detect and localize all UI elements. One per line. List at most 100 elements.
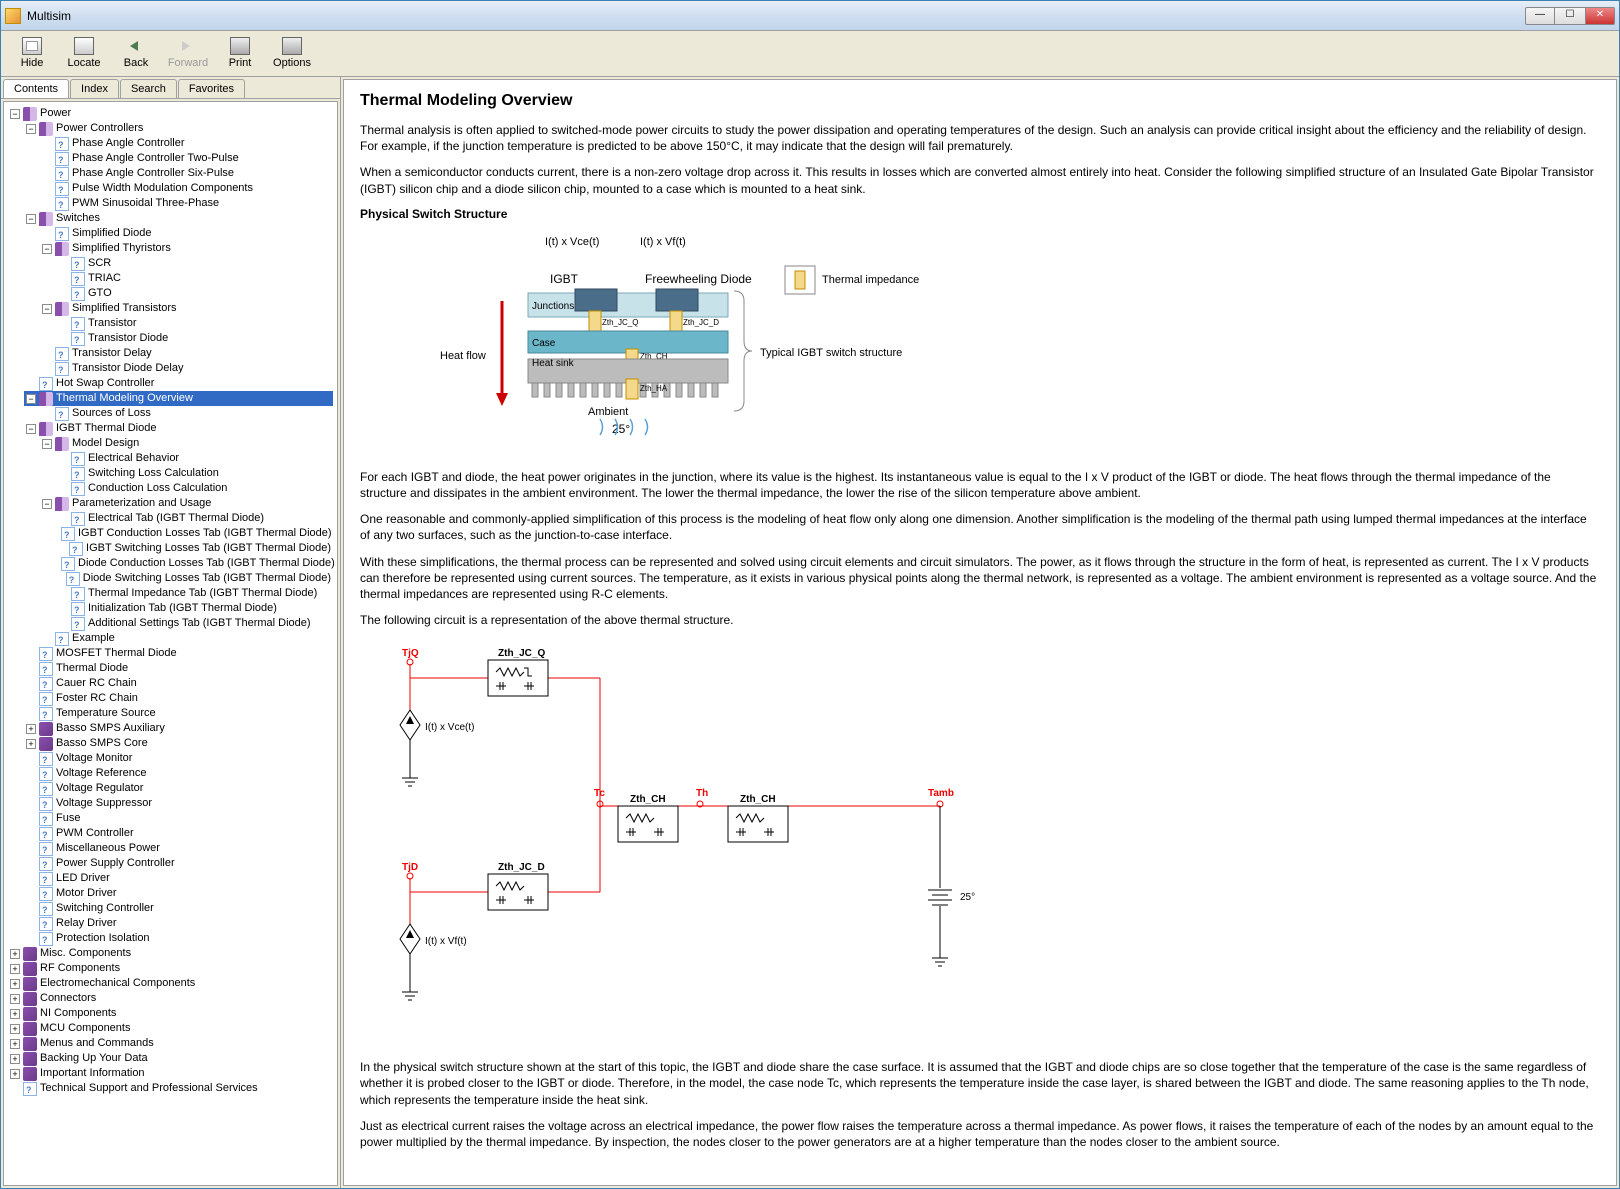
tree-item[interactable]: Transistor [56,316,333,331]
tree-item[interactable]: −Simplified Transistors [40,301,333,316]
tree-item[interactable]: Voltage Reference [24,766,333,781]
content-pane[interactable]: Thermal Modeling Overview Thermal analys… [343,79,1617,1186]
tree-item[interactable]: +MCU Components [8,1021,333,1036]
print-button[interactable]: Print [215,35,265,71]
tree-item[interactable]: TRIAC [56,271,333,286]
page-icon [55,152,69,166]
tree-item[interactable]: Transistor Delay [40,346,333,361]
tree-item[interactable]: Sources of Loss [40,406,333,421]
tree-item[interactable]: Fuse [24,811,333,826]
close-button[interactable]: ✕ [1585,7,1615,25]
tab-search[interactable]: Search [120,79,177,98]
tree-item[interactable]: −Switches [24,211,333,226]
page-icon [66,572,80,586]
tree-item[interactable]: LED Driver [24,871,333,886]
tree-item[interactable]: +Electromechanical Components [8,976,333,991]
tree-item[interactable]: Thermal Impedance Tab (IGBT Thermal Diod… [56,586,333,601]
page-icon [61,557,75,571]
page-icon [71,587,85,601]
book-open-icon [39,122,53,136]
tree-item[interactable]: Relay Driver [24,916,333,931]
locate-button[interactable]: Locate [59,35,109,71]
maximize-button[interactable]: ☐ [1555,7,1585,25]
tree-item[interactable]: −Parameterization and Usage [40,496,333,511]
tab-index[interactable]: Index [70,79,119,98]
tree-item[interactable]: +Basso SMPS Auxiliary [24,721,333,736]
page-icon [71,317,85,331]
tree-item[interactable]: PWM Sinusoidal Three-Phase [40,196,333,211]
tree-item[interactable]: +Connectors [8,991,333,1006]
page-title: Thermal Modeling Overview [360,92,1600,110]
tree-item[interactable]: Phase Angle Controller [40,136,333,151]
tree-item[interactable]: −Model Design [40,436,333,451]
tree-item[interactable]: PWM Controller [24,826,333,841]
page-icon [39,647,53,661]
page-icon [39,842,53,856]
tree-view[interactable]: −Power −Power Controllers Phase Angle Co… [3,101,338,1186]
minimize-button[interactable]: — [1525,7,1555,25]
tree-item[interactable]: Switching Controller [24,901,333,916]
tree-item[interactable]: +Menus and Commands [8,1036,333,1051]
tree-item[interactable]: Additional Settings Tab (IGBT Thermal Di… [56,616,333,631]
tree-item[interactable]: Electrical Behavior [56,451,333,466]
tree-item[interactable]: +Misc. Components [8,946,333,961]
tree-item[interactable]: Initialization Tab (IGBT Thermal Diode) [56,601,333,616]
page-icon [71,452,85,466]
tree-item[interactable]: Motor Driver [24,886,333,901]
svg-text:IGBT: IGBT [550,272,579,286]
tree-item[interactable]: Conduction Loss Calculation [56,481,333,496]
tree-item[interactable]: +Important Information [8,1066,333,1081]
tree-item[interactable]: GTO [56,286,333,301]
page-icon [39,902,53,916]
tree-item[interactable]: Transistor Diode [56,331,333,346]
tree-item[interactable]: −Power [8,106,333,121]
book-icon [23,992,37,1006]
tree-item[interactable]: −Power Controllers [24,121,333,136]
tree-item[interactable]: Protection Isolation [24,931,333,946]
tree-item[interactable]: Example [40,631,333,646]
tree-item-selected[interactable]: −Thermal Modeling Overview [24,391,333,406]
back-button[interactable]: Back [111,35,161,71]
physical-structure-diagram: I(t) x Vce(t) I(t) x Vf(t) IGBT Freewhee… [440,231,1600,451]
paragraph: One reasonable and commonly-applied simp… [360,511,1600,543]
book-open-icon [55,302,69,316]
tree-item[interactable]: Phase Angle Controller Two-Pulse [40,151,333,166]
tree-item[interactable]: MOSFET Thermal Diode [24,646,333,661]
tree-item[interactable]: Transistor Diode Delay [40,361,333,376]
tree-item[interactable]: −IGBT Thermal Diode [24,421,333,436]
tree-item[interactable]: Diode Switching Losses Tab (IGBT Thermal… [56,571,333,586]
tree-item[interactable]: −Simplified Thyristors [40,241,333,256]
tree-item[interactable]: Cauer RC Chain [24,676,333,691]
tree-item[interactable]: SCR [56,256,333,271]
tree-item[interactable]: +Basso SMPS Core [24,736,333,751]
tree-item[interactable]: Miscellaneous Power [24,841,333,856]
tree-item[interactable]: Power Supply Controller [24,856,333,871]
tree-item[interactable]: IGBT Switching Losses Tab (IGBT Thermal … [56,541,333,556]
hide-button[interactable]: Hide [7,35,57,71]
tree-item[interactable]: Switching Loss Calculation [56,466,333,481]
tab-favorites[interactable]: Favorites [178,79,245,98]
tree-item[interactable]: Phase Angle Controller Six-Pulse [40,166,333,181]
tree-item[interactable]: Thermal Diode [24,661,333,676]
svg-text:TjQ: TjQ [402,648,419,659]
tree-item[interactable]: Technical Support and Professional Servi… [8,1081,333,1096]
tree-item[interactable]: Voltage Suppressor [24,796,333,811]
tree-item[interactable]: Voltage Monitor [24,751,333,766]
tree-item[interactable]: +NI Components [8,1006,333,1021]
options-button[interactable]: Options [267,35,317,71]
page-icon [55,167,69,181]
tree-item[interactable]: Pulse Width Modulation Components [40,181,333,196]
tree-item[interactable]: IGBT Conduction Losses Tab (IGBT Thermal… [56,526,333,541]
tree-item[interactable]: Simplified Diode [40,226,333,241]
tree-item[interactable]: Temperature Source [24,706,333,721]
tree-item[interactable]: Electrical Tab (IGBT Thermal Diode) [56,511,333,526]
tree-item[interactable]: Foster RC Chain [24,691,333,706]
page-icon [39,917,53,931]
tree-item[interactable]: Hot Swap Controller [24,376,333,391]
tree-item[interactable]: +RF Components [8,961,333,976]
tree-item[interactable]: Diode Conduction Losses Tab (IGBT Therma… [56,556,333,571]
hide-icon [22,37,42,55]
tree-item[interactable]: Voltage Regulator [24,781,333,796]
tab-contents[interactable]: Contents [3,79,69,98]
tree-item[interactable]: +Backing Up Your Data [8,1051,333,1066]
